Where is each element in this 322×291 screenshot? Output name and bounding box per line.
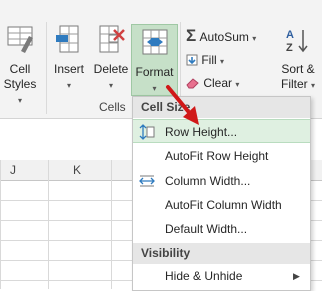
cell-styles-button[interactable]: Cell Styles ▾ [0,24,40,108]
insert-label: Insert [53,62,84,76]
menu-item-label: AutoFit Row Height [165,149,269,163]
delete-label: Delete [93,62,129,76]
chevron-down-icon: ▾ [252,34,257,43]
menu-item-label: Default Width... [165,222,248,236]
menu-item-label: AutoFit Column Width [165,198,282,212]
insert-button[interactable]: Insert ▾ [49,24,89,93]
eraser-icon [186,77,200,89]
chevron-down-icon: ▾ [311,81,316,90]
visibility-section-header: Visibility [133,243,310,264]
clear-button[interactable]: Clear ▾ [186,75,239,93]
chevron-down-icon: ▾ [17,96,22,105]
sort-filter-label-line2: Filter [280,77,308,91]
cell-styles-label-line2: Styles [3,77,37,91]
svg-text:A: A [286,29,294,41]
format-cells-icon [132,27,177,61]
chevron-down-icon: ▾ [66,81,71,90]
autosum-button[interactable]: Σ AutoSum ▾ [186,26,257,47]
menu-item-column-width[interactable]: Column Width... [133,169,310,193]
menu-item-autofit-row-height[interactable]: AutoFit Row Height [133,144,310,168]
fill-down-icon [186,54,198,66]
autosum-icon: Σ [186,26,197,45]
menu-item-hide-unhide[interactable]: Hide & Unhide ▶ [133,264,310,288]
format-label: Format [135,65,174,79]
autosum-label: AutoSum [199,30,249,44]
chevron-down-icon: ▾ [108,81,113,90]
cell-size-section-header: Cell Size [133,97,310,118]
menu-item-row-height[interactable]: Row Height... [133,119,310,143]
sort-filter-label-line1: Sort & [281,62,315,76]
submenu-arrow-icon: ▶ [293,271,300,281]
format-button[interactable]: Format ▾ [131,24,178,96]
chevron-down-icon: ▾ [220,57,225,66]
menu-item-label: Column Width... [165,174,251,188]
delete-button[interactable]: Delete ▾ [91,24,131,93]
sort-az-icon: A Z [276,26,320,58]
menu-item-label: Row Height... [165,125,238,139]
format-dropdown-menu: Cell Size Row Height... AutoFit Row Heig… [132,96,311,291]
sort-filter-button[interactable]: A Z Sort & Filter ▾ [276,26,320,93]
chevron-down-icon: ▾ [235,80,240,89]
svg-text:Z: Z [286,42,293,54]
menu-item-autofit-column-width[interactable]: AutoFit Column Width [133,193,310,217]
menu-item-default-width[interactable]: Default Width... [133,217,310,241]
cells-group-label: Cells [99,100,126,114]
fill-label: Fill [201,53,217,67]
group-separator [46,22,47,114]
chevron-down-icon: ▾ [152,84,157,93]
delete-cells-icon [91,24,131,58]
cell-styles-icon [0,24,40,58]
menu-item-label: Hide & Unhide [165,269,243,283]
fill-button[interactable]: Fill ▾ [186,52,224,70]
clear-label: Clear [203,76,233,90]
insert-cells-icon [49,24,89,58]
cell-styles-label-line1: Cell [9,62,31,76]
